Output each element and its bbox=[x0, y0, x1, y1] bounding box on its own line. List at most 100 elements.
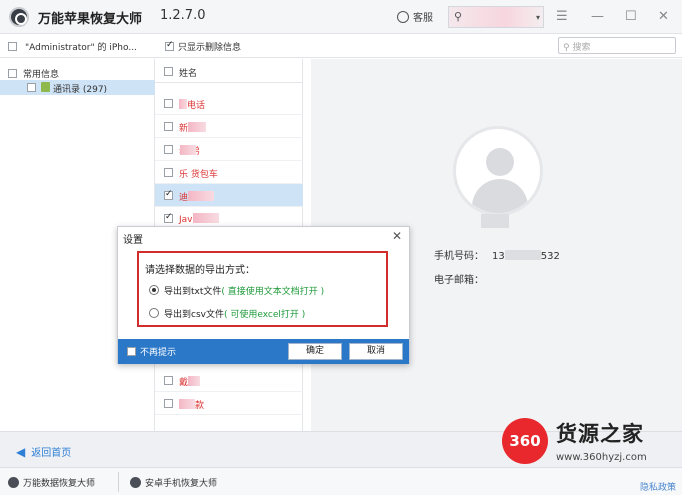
only-deleted-toggle[interactable]: 只显示删除信息 bbox=[165, 40, 241, 53]
option-txt-label: 导出到txt文件 bbox=[164, 287, 222, 297]
tree-item-contacts[interactable]: 通讯录 (297) bbox=[0, 80, 155, 95]
email-label: 电子邮箱： bbox=[434, 275, 484, 286]
contacts-book-icon bbox=[41, 82, 50, 92]
footer-divider bbox=[118, 472, 119, 492]
search-placeholder: 搜索 bbox=[572, 43, 591, 53]
redaction bbox=[179, 399, 195, 409]
maximize-icon[interactable]: ☐ bbox=[625, 9, 637, 24]
list-item[interactable]: 乐 货包车 bbox=[155, 161, 303, 184]
list-item[interactable]: 老 弟 bbox=[155, 138, 303, 161]
option-txt-hint: ( 直接使用文本文档打开 ) bbox=[221, 287, 325, 297]
chevron-down-icon: ▾ bbox=[535, 13, 540, 22]
contact-name: 款 bbox=[195, 401, 205, 411]
list-item[interactable]: 款 bbox=[155, 392, 303, 415]
redaction bbox=[188, 376, 201, 386]
app-logo-icon bbox=[9, 7, 29, 27]
title-bar: 万能苹果恢复大师 1.2.7.0 客服 ⚲ ▾ ☰ — ☐ ✕ bbox=[0, 0, 682, 34]
row-checkbox[interactable] bbox=[164, 189, 173, 200]
select-all-checkbox[interactable] bbox=[164, 67, 173, 76]
dialog-title: 设置 bbox=[123, 235, 143, 246]
app-title: 万能苹果恢复大师 bbox=[38, 12, 143, 27]
radio-csv[interactable] bbox=[149, 308, 159, 318]
watermark-url: www.360hyzj.com bbox=[556, 452, 647, 463]
radio-txt[interactable] bbox=[149, 285, 159, 295]
redaction bbox=[179, 145, 196, 155]
redaction bbox=[188, 191, 215, 201]
app-version: 1.2.7.0 bbox=[160, 8, 206, 23]
service-label: 客服 bbox=[413, 13, 433, 24]
contacts-label: 通讯录 (297) bbox=[53, 85, 108, 95]
contacts-checkbox[interactable] bbox=[27, 83, 36, 92]
phone-suffix: 532 bbox=[540, 251, 560, 262]
dialog-close-icon[interactable]: ✕ bbox=[392, 229, 402, 243]
export-option-txt[interactable]: 导出到txt文件( 直接使用文本文档打开 ) bbox=[149, 284, 324, 297]
tree-group-common[interactable]: 常用信息 bbox=[8, 67, 59, 80]
privacy-link[interactable]: 隐私政策 bbox=[640, 480, 676, 493]
option-csv-hint: ( 可使用excel打开 ) bbox=[223, 310, 306, 320]
export-options-box: 请选择数据的导出方式： 导出到txt文件( 直接使用文本文档打开 ) 导出到cs… bbox=[137, 251, 388, 327]
phone-label: 手机号码： bbox=[434, 251, 484, 262]
back-home-link[interactable]: ◀ 返回首页 bbox=[16, 444, 71, 459]
row-checkbox[interactable] bbox=[164, 122, 173, 131]
user-account-dropdown[interactable]: ⚲ ▾ bbox=[448, 6, 544, 28]
row-checkbox[interactable] bbox=[164, 376, 173, 385]
contact-name: 戴 bbox=[179, 378, 189, 388]
export-settings-dialog: 设置 ✕ 请选择数据的导出方式： 导出到txt文件( 直接使用文本文档打开 ) … bbox=[117, 226, 410, 364]
contact-name: Jav bbox=[179, 215, 193, 225]
list-item[interactable]: 戴 bbox=[155, 369, 303, 392]
row-checkbox[interactable] bbox=[164, 399, 173, 408]
back-arrow-icon: ◀ bbox=[16, 445, 26, 459]
app-icon bbox=[130, 477, 141, 488]
search-input[interactable]: ⚲ 搜索 bbox=[558, 37, 676, 54]
redaction bbox=[192, 213, 219, 223]
no-prompt-checkbox[interactable] bbox=[127, 347, 136, 356]
watermark: 360 货源之家 www.360hyzj.com bbox=[498, 414, 678, 470]
service-button[interactable]: 客服 bbox=[397, 9, 433, 24]
menu-icon[interactable]: ☰ bbox=[556, 9, 568, 24]
device-name: "Administrator" 的 iPho... bbox=[25, 43, 137, 53]
option-csv-label: 导出到csv文件 bbox=[164, 310, 224, 320]
avatar-head bbox=[486, 148, 514, 176]
row-checkbox[interactable] bbox=[164, 212, 173, 223]
cancel-button[interactable]: 取消 bbox=[349, 343, 403, 360]
device-select[interactable]: "Administrator" 的 iPho... bbox=[8, 40, 137, 53]
only-deleted-label: 只显示删除信息 bbox=[178, 43, 242, 53]
minimize-icon[interactable]: — bbox=[591, 9, 604, 24]
redaction bbox=[188, 122, 207, 132]
list-item[interactable]: 电话 bbox=[155, 92, 303, 115]
email-field: 电子邮箱： bbox=[434, 271, 484, 286]
footer-label: 安卓手机恢复大师 bbox=[145, 479, 218, 489]
contact-name: 迪 bbox=[179, 193, 189, 203]
group-label: 常用信息 bbox=[23, 70, 60, 80]
only-deleted-checkbox[interactable] bbox=[165, 40, 174, 51]
ok-button[interactable]: 确定 bbox=[288, 343, 342, 360]
contact-name: 电话 bbox=[187, 101, 206, 111]
watermark-text: 货源之家 bbox=[556, 422, 644, 446]
app-icon bbox=[8, 477, 19, 488]
phone-prefix: 13 bbox=[492, 251, 505, 262]
export-option-csv[interactable]: 导出到csv文件( 可使用excel打开 ) bbox=[149, 307, 305, 320]
footer-link-android-recovery[interactable]: 安卓手机恢复大师 bbox=[130, 476, 217, 489]
avatar bbox=[453, 126, 543, 216]
device-checkbox[interactable] bbox=[8, 42, 17, 51]
close-icon[interactable]: ✕ bbox=[658, 9, 669, 24]
row-checkbox[interactable] bbox=[164, 145, 173, 154]
search-icon: ⚲ bbox=[563, 43, 570, 53]
footer-label: 万能数据恢复大师 bbox=[23, 479, 96, 489]
avatar-body bbox=[472, 179, 528, 213]
row-checkbox[interactable] bbox=[164, 99, 173, 108]
export-prompt: 请选择数据的导出方式： bbox=[145, 265, 255, 276]
back-home-label: 返回首页 bbox=[31, 448, 72, 459]
redaction bbox=[179, 99, 187, 109]
list-item[interactable]: 新 bbox=[155, 115, 303, 138]
list-item-selected[interactable]: 迪 bbox=[155, 184, 303, 207]
group-checkbox[interactable] bbox=[8, 69, 17, 78]
contact-name: 乐 货包车 bbox=[179, 170, 218, 180]
contact-name: 新 bbox=[179, 124, 189, 134]
row-checkbox[interactable] bbox=[164, 168, 173, 177]
no-prompt-toggle[interactable]: 不再提示 bbox=[127, 345, 176, 358]
footer-link-data-recovery[interactable]: 万能数据恢复大师 bbox=[8, 476, 95, 489]
footer: 万能数据恢复大师 安卓手机恢复大师 bbox=[0, 467, 682, 495]
phone-redacted bbox=[504, 250, 541, 260]
column-name-header: 姓名 bbox=[179, 69, 198, 79]
